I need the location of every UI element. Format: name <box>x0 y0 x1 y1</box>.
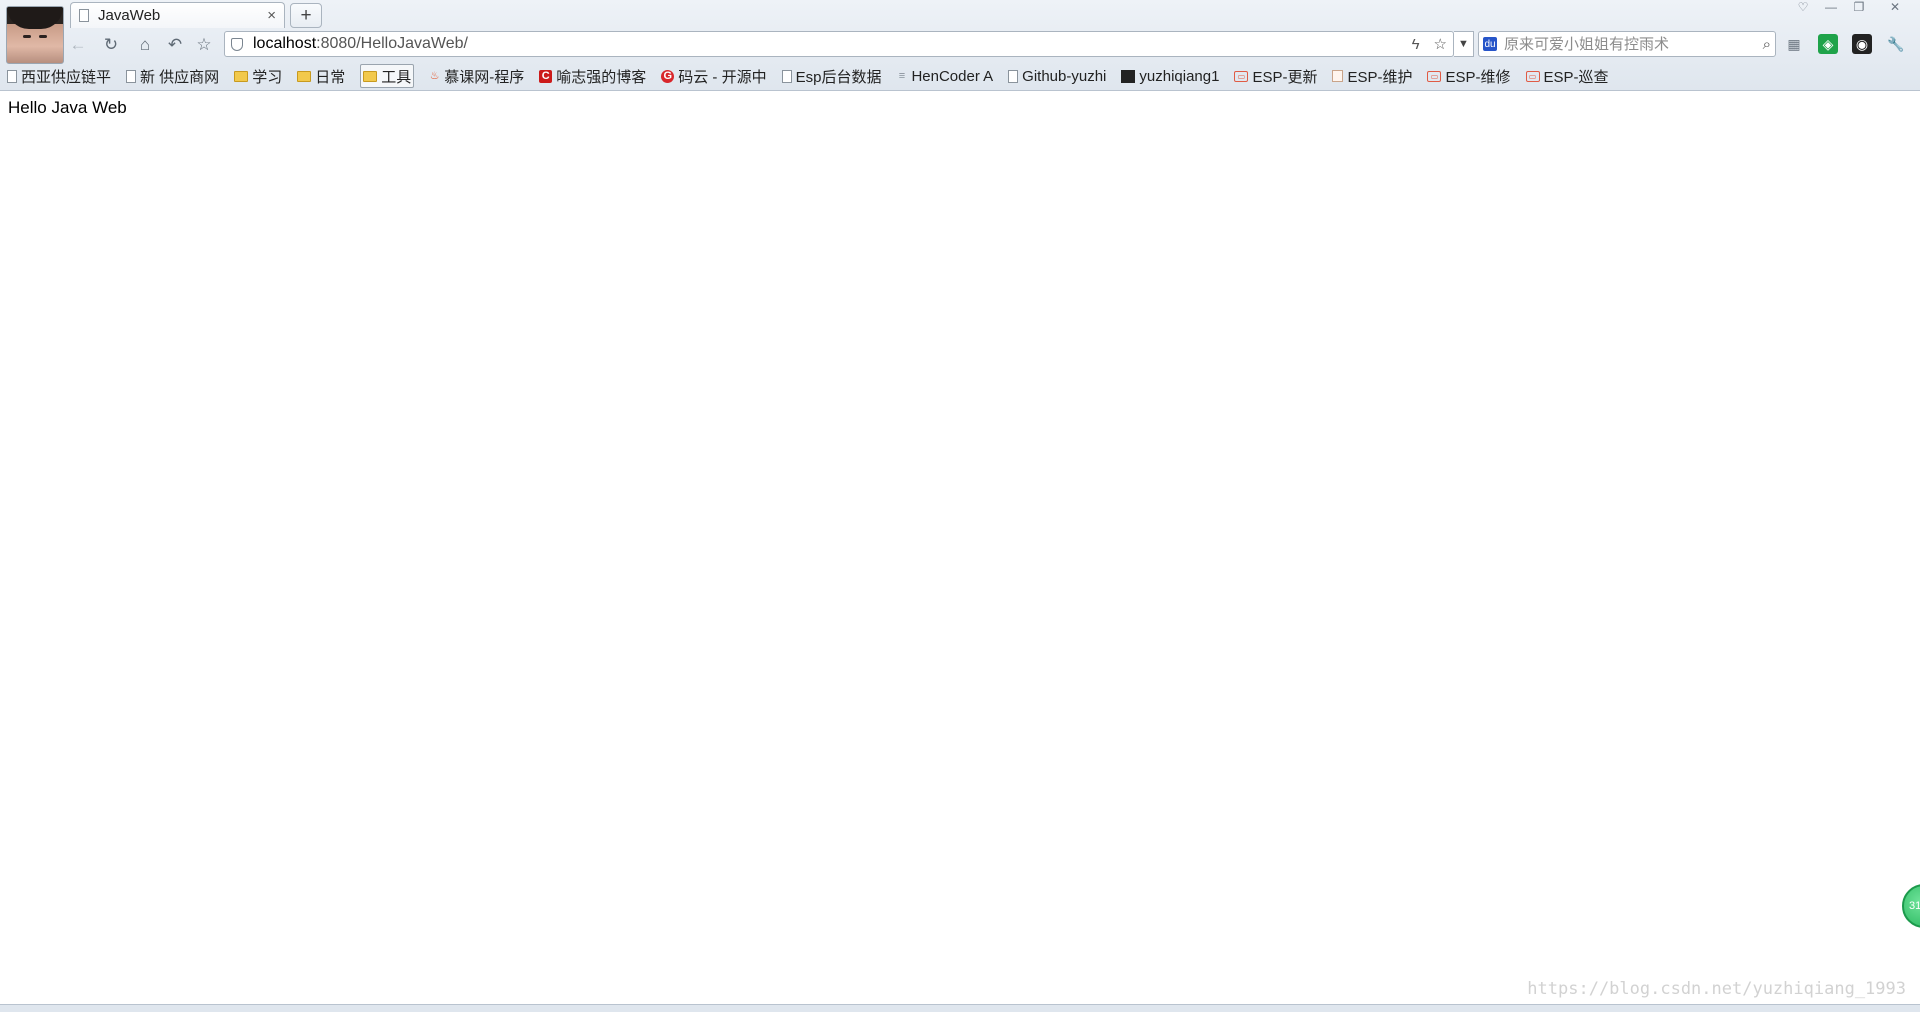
avatar-eye-right <box>39 35 47 38</box>
bookmark-star-icon[interactable]: ☆ <box>1434 35 1447 53</box>
avatar-eye-left <box>23 35 31 38</box>
page-icon <box>7 69 17 83</box>
bookmarks-bar: 西亚供应链平 新 供应商网 学习 日常 工具 ♨ 慕课网-程序 C 喻志强的博客 G 码云 - 开源… <box>0 64 1920 88</box>
flame-icon: ♨ <box>429 69 440 82</box>
close-window-button[interactable]: ✕ <box>1882 0 1908 14</box>
bookmark-item[interactable]: ▭ ESP-维修 <box>1427 65 1511 87</box>
bookmark-item[interactable]: yuzhiqiang1 <box>1121 65 1219 87</box>
bookmark-label: ESP-巡查 <box>1543 68 1609 86</box>
bookmark-label: ESP-维修 <box>1445 68 1511 86</box>
bookmark-label: Github-yuzhi <box>1022 67 1107 85</box>
page-icon <box>79 9 89 22</box>
user-avatar[interactable] <box>6 6 64 64</box>
tab-javaweb[interactable]: JavaWeb × <box>70 2 285 28</box>
lightning-icon[interactable]: ϟ <box>1412 36 1420 53</box>
bookmark-label: Esp后台数据 <box>795 68 882 86</box>
search-input[interactable] <box>1502 34 1763 54</box>
page-content-text: Hello Java Web <box>8 98 127 117</box>
home-icon[interactable]: ⌂ <box>134 34 156 56</box>
security-shield-icon <box>231 37 243 51</box>
tab-close-icon[interactable]: × <box>267 7 276 24</box>
bookmark-label: 学习 <box>252 68 283 86</box>
search-icon[interactable]: ⌕ <box>1763 36 1771 53</box>
bookmark-label: HenCoder A <box>911 67 994 85</box>
restore-button[interactable]: ❐ <box>1846 0 1872 14</box>
extension-dark-icon[interactable]: ◉ <box>1852 34 1872 54</box>
esp-icon: ▭ <box>1525 70 1540 82</box>
bookmark-label: 码云 - 开源中 <box>678 68 767 86</box>
folder-icon <box>297 70 312 82</box>
redcircle-icon: G <box>661 69 675 83</box>
url-host: localhost <box>253 35 317 52</box>
bookmark-item[interactable]: 工具 <box>360 64 415 88</box>
url-path: :8080/HelloJavaWeb/ <box>316 35 468 52</box>
address-dropdown-icon[interactable]: ▼ <box>1454 31 1474 57</box>
search-box[interactable]: du ⌕ <box>1478 31 1776 57</box>
bookmark-label: 新 供应商网 <box>140 68 220 86</box>
bookmark-item[interactable]: ♨ 慕课网-程序 <box>429 65 524 87</box>
tools-wrench-icon[interactable]: 🔧 <box>1886 34 1906 54</box>
red-icon: C <box>539 69 553 83</box>
bookmark-label: yuzhiqiang1 <box>1139 67 1220 85</box>
bookmark-item[interactable]: 学习 <box>234 65 282 87</box>
undo-close-icon[interactable]: ↶ <box>164 34 186 56</box>
floating-badge[interactable]: 31 <box>1902 884 1920 928</box>
bookmark-label: 慕课网-程序 <box>444 68 525 86</box>
avatar-hair <box>7 7 63 29</box>
bookmark-item[interactable]: Esp后台数据 <box>781 65 882 87</box>
bookmark-label: 工具 <box>381 68 412 86</box>
lines-icon: ≡ <box>898 69 906 82</box>
esp-icon: ▭ <box>1427 70 1442 82</box>
bookmark-item[interactable]: 日常 <box>297 65 345 87</box>
dark-icon <box>1121 69 1136 83</box>
folder-icon <box>363 70 378 82</box>
tab-title: JavaWeb <box>98 7 161 24</box>
extension-grid-icon[interactable]: ▦ <box>1784 34 1804 54</box>
address-bar[interactable]: localhost :8080/HelloJavaWeb/ ϟ ☆ <box>224 31 1454 57</box>
security-extension-icon[interactable]: ◈ <box>1818 34 1838 54</box>
browser-chrome: JavaWeb × + ♡ — ❐ ✕ ← ↻ ⌂ ↶ ☆ localhost … <box>0 0 1920 91</box>
bookmark-item[interactable]: Github-yuzhi <box>1008 65 1106 87</box>
bookmark-item[interactable]: ▭ ESP-更新 <box>1234 65 1317 87</box>
bookmark-item[interactable]: C 喻志强的博客 <box>539 65 646 87</box>
bookmark-item[interactable]: ▭ ESP-巡查 <box>1525 65 1609 87</box>
esp2-icon <box>1332 70 1344 82</box>
new-tab-button[interactable]: + <box>290 3 322 28</box>
esp-icon: ▭ <box>1234 70 1249 82</box>
bookmark-item[interactable]: G 码云 - 开源中 <box>661 65 767 87</box>
search-engine-icon[interactable]: du <box>1483 37 1497 51</box>
bookmark-item[interactable]: 西亚供应链平 <box>7 65 111 87</box>
bookmark-item[interactable]: 新 供应商网 <box>126 65 219 87</box>
bookmark-item[interactable]: ESP-维护 <box>1332 65 1412 87</box>
minimize-button[interactable]: — <box>1818 0 1844 14</box>
bookmark-label: 喻志强的博客 <box>556 68 647 86</box>
reload-icon[interactable]: ↻ <box>100 34 122 56</box>
bookmark-item[interactable]: ≡ HenCoder A <box>896 65 993 87</box>
page-icon <box>1008 69 1019 83</box>
favorites-star-icon[interactable]: ☆ <box>193 34 215 56</box>
skin-icon[interactable]: ♡ <box>1790 0 1816 14</box>
page-icon <box>781 69 792 83</box>
page-icon <box>126 69 137 83</box>
bookmark-label: ESP-维护 <box>1347 68 1413 86</box>
folder-icon <box>234 70 249 82</box>
bookmark-label: 日常 <box>315 68 346 86</box>
bookmark-label: 西亚供应链平 <box>21 68 112 86</box>
watermark: https://blog.csdn.net/yuzhiqiang_1993 <box>1527 979 1906 999</box>
bookmark-label: ESP-更新 <box>1252 68 1318 86</box>
back-arrow-icon[interactable]: ← <box>67 34 89 56</box>
